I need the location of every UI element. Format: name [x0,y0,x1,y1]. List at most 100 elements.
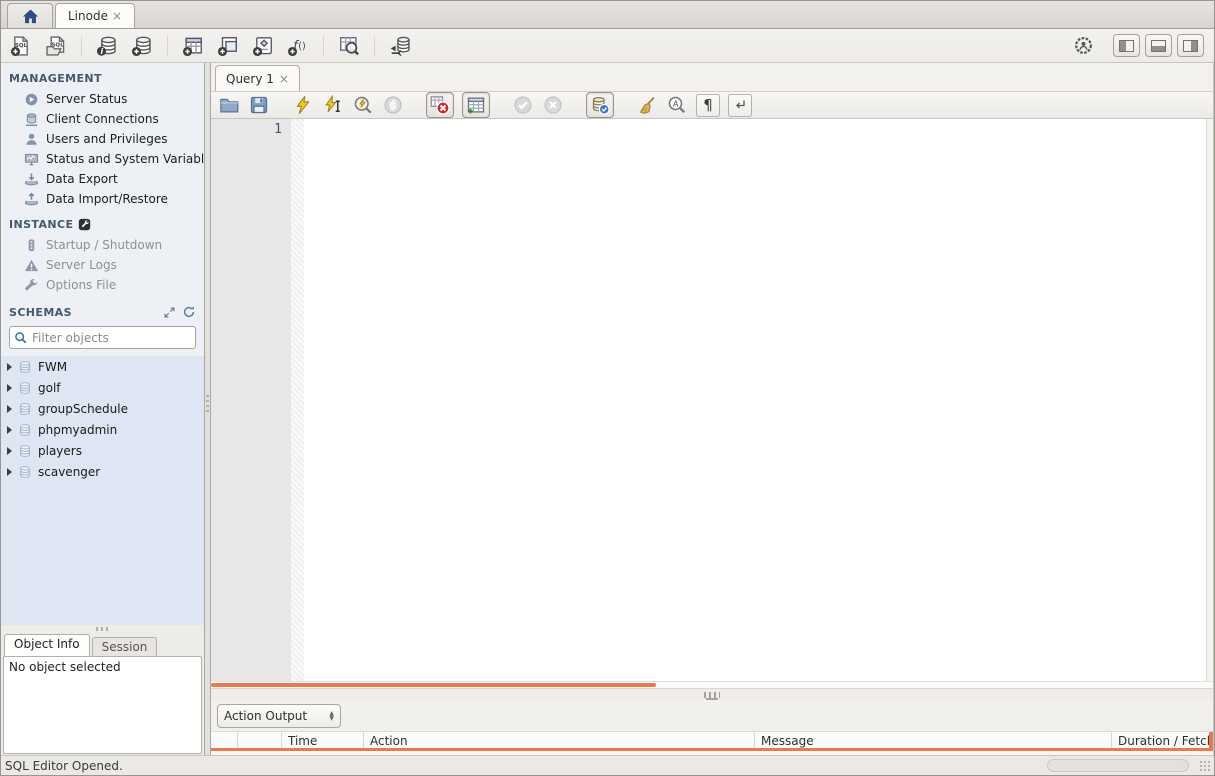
column-header-index[interactable] [238,732,282,748]
splitter-grip [704,691,720,698]
limit-rows-icon [467,97,485,114]
home-tab[interactable] [7,3,53,28]
expander-icon[interactable] [7,467,12,476]
inspect-database-icon[interactable]: i [95,34,119,58]
data-import-icon [24,192,39,205]
sidebar-item-client-connections[interactable]: Client Connections [1,109,204,129]
tab-session[interactable]: Session [91,637,158,656]
execute-icon[interactable] [292,94,314,116]
schema-db-icon [20,360,30,373]
stop-icon[interactable] [382,94,404,116]
svg-text:A: A [673,99,679,109]
schema-row-groupschedule[interactable]: groupSchedule [1,398,204,419]
vertical-splitter[interactable] [204,63,211,755]
expander-icon[interactable] [7,362,12,371]
sidebar-item-server-logs[interactable]: Server Logs [1,255,204,275]
save-icon[interactable] [248,94,270,116]
expander-icon[interactable] [7,425,12,434]
resize-grip[interactable] [1199,760,1212,773]
reconnect-dbms-icon[interactable] [388,34,412,58]
sidebar-item-status-variables[interactable]: Status and System Variables [1,149,204,169]
sidebar-item-startup-shutdown[interactable]: Startup / Shutdown [1,235,204,255]
show-invisibles-button[interactable]: ¶ [696,93,720,117]
tab-object-info[interactable]: Object Info [4,634,90,656]
chevron-up-down-icon: ▲ ▼ [329,709,334,722]
open-file-icon[interactable] [218,94,240,116]
open-sql-script-icon[interactable]: SQL [44,34,68,58]
create-function-icon[interactable]: f() [286,34,310,58]
column-header-duration[interactable]: Duration / Fetch [1112,732,1213,748]
progress-indicator [1047,759,1189,772]
limit-rows-button[interactable] [462,92,490,118]
schema-filter-input[interactable] [32,330,191,345]
toolbar-separator [81,35,82,56]
sidebar-item-data-export[interactable]: Data Export [1,169,204,189]
editor-horizontal-scrollbar[interactable] [211,681,1213,688]
sql-editor-area: Query 1 × A ¶ 1 Action Output ▲ ▼ Time A… [211,63,1214,755]
toggle-bottom-panel-button[interactable] [1145,34,1172,57]
output-view-selector[interactable]: Action Output ▲ ▼ [217,703,341,728]
sidebar-item-options-file[interactable]: Options File [1,275,204,295]
server-logs-icon [24,259,39,271]
column-header-action[interactable]: Action [364,732,755,748]
output-splitter[interactable] [211,688,1213,700]
editor-text-area[interactable] [304,119,1206,681]
connection-tab-linode[interactable]: Linode × [55,3,136,28]
search-data-icon[interactable] [337,34,361,58]
line-number-gutter: 1 [211,119,291,681]
explain-icon[interactable] [352,94,374,116]
new-sql-script-icon[interactable]: SQL [9,34,33,58]
schema-row-phpmyadmin[interactable]: phpmyadmin [1,419,204,440]
wrench-badge-icon [79,218,91,231]
scrollbar-thumb[interactable] [211,683,656,687]
close-icon[interactable]: × [279,72,289,86]
toggle-left-panel-button[interactable] [1113,34,1140,57]
expand-icon[interactable] [163,306,176,319]
create-procedure-icon[interactable] [251,34,275,58]
schema-db-icon [20,444,30,457]
sidebar-item-data-import[interactable]: Data Import/Restore [1,189,204,209]
wrap-text-button[interactable] [728,93,752,117]
create-view-icon[interactable] [216,34,240,58]
query-tab[interactable]: Query 1 × [215,65,300,91]
rollback-icon[interactable] [542,94,564,116]
sql-editor[interactable]: 1 [211,119,1213,681]
execute-current-icon[interactable] [322,94,344,116]
create-table-icon[interactable] [181,34,205,58]
output-toolbar: Action Output ▲ ▼ [211,700,1213,731]
sidebar-splitter-handle[interactable] [1,625,204,633]
mysql-workbench-window: Linode × SQL SQL i f() MANAGEMENT Server… [0,0,1215,776]
column-header-time[interactable]: Time [282,732,364,748]
schema-row-fwm[interactable]: FWM [1,356,204,377]
connection-tab-bar: Linode × [1,1,1214,29]
output-vertical-scrollbar[interactable] [1209,732,1213,751]
object-info-panel: Object Info Session No object selected [1,625,204,755]
search-icon [15,331,27,343]
schema-row-golf[interactable]: golf [1,377,204,398]
toggle-autocommit-button[interactable] [586,92,614,118]
column-header-message[interactable]: Message [755,732,1112,748]
toggle-stop-on-error-button[interactable] [426,92,454,118]
expander-icon[interactable] [7,404,12,413]
startup-shutdown-icon [28,238,35,251]
expander-icon[interactable] [7,383,12,392]
output-table-header: Time Action Message Duration / Fetch [211,731,1213,751]
commit-icon[interactable] [512,94,534,116]
close-icon[interactable]: × [112,9,122,23]
refresh-icon[interactable] [182,305,196,319]
schema-row-scavenger[interactable]: scavenger [1,461,204,482]
server-status-icon [25,93,38,105]
find-icon[interactable]: A [666,94,688,116]
home-icon [22,8,38,23]
expander-icon[interactable] [7,446,12,455]
sidebar-item-server-status[interactable]: Server Status [1,89,204,109]
sidebar: MANAGEMENT Server Status Client Connecti… [1,63,204,755]
toggle-right-panel-button[interactable] [1177,34,1204,57]
editor-vertical-scrollbar[interactable] [1206,119,1213,681]
schema-row-players[interactable]: players [1,440,204,461]
beautify-icon[interactable] [636,94,658,116]
create-schema-icon[interactable] [130,34,154,58]
column-header-status-icon[interactable] [211,732,238,748]
preferences-icon[interactable] [1071,34,1095,58]
sidebar-item-users-privileges[interactable]: Users and Privileges [1,129,204,149]
